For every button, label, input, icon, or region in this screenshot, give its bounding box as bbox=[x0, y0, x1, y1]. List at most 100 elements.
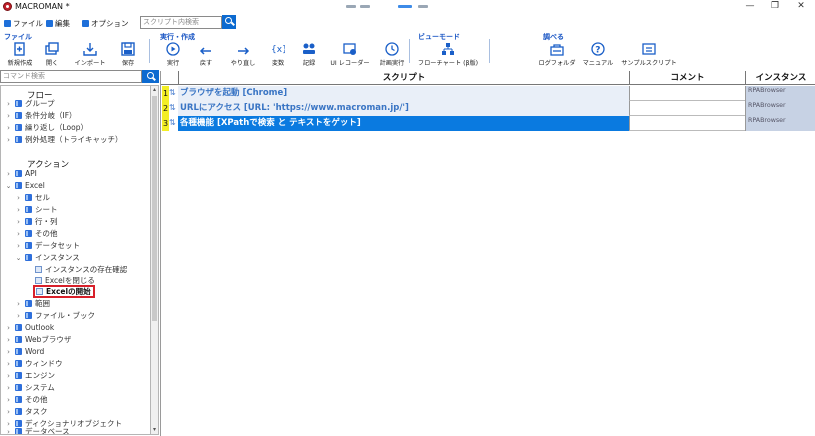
tree-node-task[interactable]: › タスク bbox=[5, 406, 47, 417]
tree-node-instance[interactable]: ⌄ インスタンス bbox=[15, 252, 80, 263]
import-button[interactable]: インポート bbox=[72, 42, 108, 67]
record-icon bbox=[303, 43, 315, 54]
tree-node-api[interactable]: › API bbox=[5, 168, 37, 179]
comment-cell[interactable] bbox=[629, 116, 745, 131]
tree-scroll-thumb[interactable] bbox=[152, 96, 157, 321]
minimize-button[interactable]: — bbox=[738, 0, 762, 14]
ui-recorder-button[interactable]: UI レコーダー bbox=[330, 42, 370, 67]
file-menu-icon bbox=[4, 20, 11, 27]
book-icon bbox=[15, 384, 22, 391]
script-text[interactable]: ブラウザを起動 [Chrome] bbox=[178, 86, 629, 101]
command-search-input[interactable]: コマンド検索 bbox=[0, 70, 142, 83]
comment-cell[interactable] bbox=[629, 101, 745, 116]
script-row[interactable]: 2 ⇅ URLにアクセス [URL: 'https://www.macroman… bbox=[161, 101, 815, 116]
record-button[interactable]: 記録 bbox=[298, 42, 320, 67]
menu-edit[interactable]: 編集 bbox=[46, 18, 70, 29]
row-number: 1 bbox=[162, 86, 169, 101]
tree-node-label: 繰り返し（Loop） bbox=[25, 123, 88, 132]
flowchart-button[interactable]: フローチャート (β版) bbox=[417, 42, 479, 67]
script-grid: スクリプト コメント インスタンス 1 ⇅ ブラウザを起動 [Chrome] R… bbox=[160, 71, 815, 436]
group-run-create: 実行・作成 bbox=[160, 33, 195, 41]
script-row-selected[interactable]: 3 ⇅ 各種機能 [XPathで検索 と テキストをゲット] RPABrowse… bbox=[161, 116, 815, 131]
book-icon bbox=[15, 324, 22, 331]
grid-header: スクリプト コメント インスタンス bbox=[161, 71, 815, 85]
tree-node-try-catch[interactable]: › 例外処理（トライキャッチ） bbox=[5, 134, 122, 145]
script-row[interactable]: 1 ⇅ ブラウザを起動 [Chrome] RPABrowser bbox=[161, 86, 815, 101]
scheduled-run-button[interactable]: 計画実行 bbox=[377, 42, 407, 67]
comment-cell[interactable] bbox=[629, 86, 745, 101]
tree-node-label: 行・列 bbox=[35, 217, 58, 226]
instance-cell[interactable]: RPABrowser bbox=[745, 101, 815, 116]
save-button[interactable]: 保存 bbox=[117, 42, 139, 67]
log-folder-button[interactable]: ログフォルダ bbox=[538, 42, 576, 67]
book-icon bbox=[15, 396, 22, 403]
tree-node-outlook[interactable]: › Outlook bbox=[5, 322, 54, 333]
variables-button[interactable]: {x} 変数 bbox=[267, 42, 289, 67]
header-comment[interactable]: コメント bbox=[629, 71, 745, 85]
title-center-decoration bbox=[346, 2, 436, 11]
new-button[interactable]: 新規作成 bbox=[6, 42, 34, 67]
instance-cell[interactable]: RPABrowser bbox=[745, 86, 815, 101]
scroll-up-icon[interactable]: ▴ bbox=[151, 86, 158, 94]
tree-scrollbar[interactable]: ▴ ▾ bbox=[150, 85, 159, 435]
drag-handle-icon[interactable]: ⇅ bbox=[169, 88, 177, 98]
command-search-icon[interactable] bbox=[142, 70, 159, 83]
tree-node-if[interactable]: › 条件分岐（IF） bbox=[5, 110, 76, 121]
redo-button[interactable]: やり直し bbox=[228, 42, 258, 67]
tree-node-range[interactable]: › 範囲 bbox=[15, 298, 50, 309]
tree-node-other[interactable]: › その他 bbox=[15, 228, 57, 239]
tree-node-group[interactable]: › グループ bbox=[5, 98, 54, 109]
tree-leaf-instance-exists[interactable]: インスタンスの存在確認 bbox=[35, 264, 127, 275]
open-button[interactable]: 開く bbox=[41, 42, 63, 67]
header-instance[interactable]: インスタンス bbox=[745, 71, 815, 85]
tree-node-loop[interactable]: › 繰り返し（Loop） bbox=[5, 122, 88, 133]
instance-cell[interactable]: RPABrowser bbox=[745, 116, 815, 131]
book-icon bbox=[15, 408, 22, 415]
tree-node-label: ファイル・ブック bbox=[35, 311, 95, 320]
tree-node-file-book[interactable]: › ファイル・ブック bbox=[15, 310, 95, 321]
script-text[interactable]: 各種機能 [XPathで検索 と テキストをゲット] bbox=[178, 116, 629, 131]
script-search-input[interactable]: スクリプト内検索 bbox=[140, 16, 222, 29]
menu-options[interactable]: オプション bbox=[82, 18, 129, 29]
book-icon bbox=[15, 100, 22, 107]
tree-node-sheet[interactable]: › シート bbox=[15, 204, 58, 215]
drag-handle-icon[interactable]: ⇅ bbox=[169, 118, 177, 128]
page-icon bbox=[35, 266, 42, 273]
script-search-icon[interactable] bbox=[222, 15, 236, 29]
tree-node-excel[interactable]: ⌄ Excel bbox=[5, 180, 45, 191]
sample-scripts-button[interactable]: サンプルスクリプト bbox=[621, 42, 677, 67]
script-text[interactable]: URLにアクセス [URL: 'https://www.macroman.jp/… bbox=[178, 101, 629, 116]
undo-button[interactable]: 戻す bbox=[195, 42, 217, 67]
book-icon bbox=[15, 428, 22, 434]
tree-node-misc[interactable]: › その他 bbox=[5, 394, 48, 405]
menu-file[interactable]: ファイル bbox=[4, 18, 43, 29]
page-icon bbox=[35, 277, 42, 284]
maximize-button[interactable]: ❐ bbox=[763, 0, 787, 14]
tree-node-web-browser[interactable]: › Webブラウザ bbox=[5, 334, 71, 345]
row-number: 2 bbox=[162, 101, 169, 116]
drag-handle-icon[interactable]: ⇅ bbox=[169, 103, 177, 113]
tree-node-window[interactable]: › ウィンドウ bbox=[5, 358, 62, 369]
tree-leaf-start-excel[interactable]: Excelの開始 bbox=[33, 285, 95, 298]
tree-node-dataset[interactable]: › データセット bbox=[15, 240, 80, 251]
tree-node-word[interactable]: › Word bbox=[5, 346, 44, 357]
close-button[interactable]: ✕ bbox=[789, 0, 813, 14]
scroll-down-icon[interactable]: ▾ bbox=[151, 426, 158, 434]
book-icon bbox=[25, 206, 32, 213]
tree-node-cell[interactable]: › セル bbox=[15, 192, 50, 203]
tree-node-label: データセット bbox=[35, 241, 80, 250]
manual-button[interactable]: ? マニュアル bbox=[582, 42, 614, 67]
tree-node-label: その他 bbox=[25, 395, 48, 404]
run-button[interactable]: 実行 bbox=[162, 42, 184, 67]
open-folder-icon bbox=[45, 42, 59, 55]
book-icon bbox=[15, 124, 22, 131]
tree-node-label: インスタンス bbox=[35, 253, 80, 262]
tree-node-label: シート bbox=[35, 205, 58, 214]
redo-icon bbox=[238, 47, 250, 55]
tree-node-database[interactable]: › データベース bbox=[5, 426, 70, 434]
header-script[interactable]: スクリプト bbox=[178, 71, 629, 85]
tree-node-system[interactable]: › システム bbox=[5, 382, 55, 393]
tree-node-row-col[interactable]: › 行・列 bbox=[15, 216, 58, 227]
tree-node-engine[interactable]: › エンジン bbox=[5, 370, 55, 381]
book-icon bbox=[15, 136, 22, 143]
